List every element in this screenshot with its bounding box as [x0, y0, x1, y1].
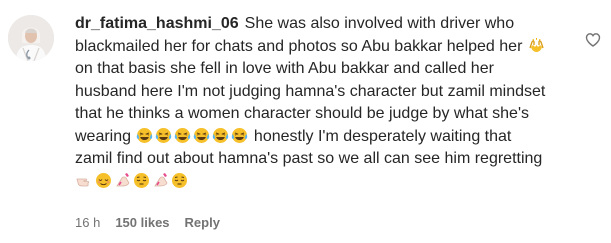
nail-polish-icon — [152, 172, 169, 189]
laughing-face-icon — [136, 127, 153, 144]
reply-button[interactable]: Reply — [185, 215, 220, 230]
laughing-face-icon — [174, 127, 191, 144]
raising-hands-icon — [528, 37, 545, 54]
timestamp[interactable]: 16 h — [75, 215, 100, 230]
heart-icon[interactable] — [585, 32, 601, 48]
relieved-face-icon — [95, 172, 112, 189]
comment-text: dr_fatima_hashmi_06 She was also involved… — [75, 13, 553, 193]
laughing-face-icon — [155, 127, 172, 144]
likes-count[interactable]: 150 likes — [115, 215, 169, 230]
pointing-hand-icon — [76, 172, 93, 189]
nail-polish-icon — [114, 172, 131, 189]
pensive-face-icon — [171, 172, 188, 189]
username-link[interactable]: dr_fatima_hashmi_06 — [75, 15, 239, 32]
avatar-image — [8, 15, 54, 61]
laughing-face-icon — [193, 127, 210, 144]
laughing-face-icon — [212, 127, 229, 144]
laughing-face-icon — [231, 127, 248, 144]
comment: dr_fatima_hashmi_06 She was also involved… — [0, 0, 611, 243]
comment-meta: 16 h 150 likes Reply — [75, 215, 220, 230]
pensive-face-icon — [133, 172, 150, 189]
avatar[interactable] — [8, 15, 54, 61]
